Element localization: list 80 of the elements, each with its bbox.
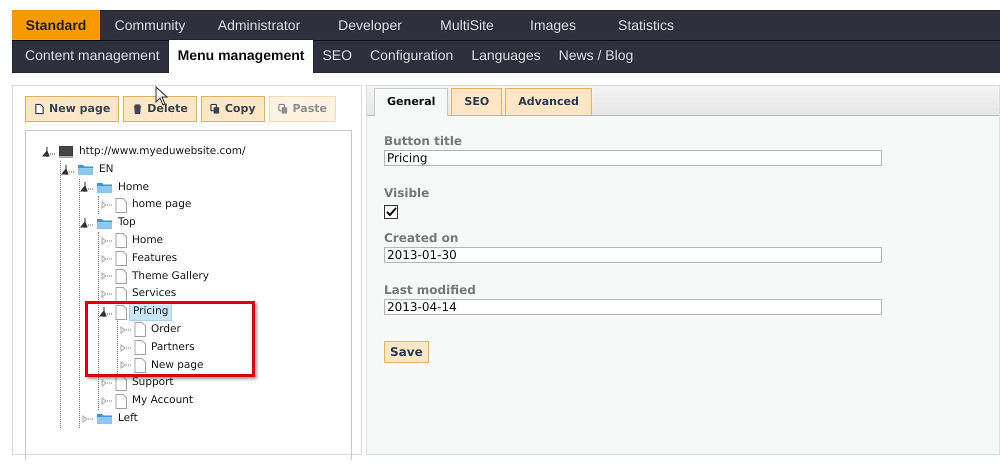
main-menu-tab[interactable]: Administrator bbox=[200, 10, 318, 40]
tree-item[interactable]: Home bbox=[115, 180, 152, 196]
page-icon bbox=[134, 322, 146, 338]
editor-tab[interactable]: General bbox=[374, 88, 448, 116]
text-field[interactable]: 2013-01-30 bbox=[384, 247, 882, 263]
field-label: Last modified bbox=[384, 282, 477, 299]
page-icon bbox=[134, 340, 146, 356]
editor-tab[interactable]: SEO bbox=[451, 88, 502, 115]
field-label: Created on bbox=[384, 230, 460, 247]
page-icon bbox=[34, 103, 45, 115]
page-icon bbox=[115, 233, 127, 248]
text-field[interactable]: Pricing bbox=[384, 150, 882, 166]
computer-icon bbox=[58, 144, 74, 159]
toolbar-button[interactable]: Copy bbox=[200, 96, 265, 122]
folder-icon bbox=[77, 163, 94, 176]
tree-item[interactable]: Features bbox=[129, 250, 180, 267]
toolbar-button[interactable]: New page bbox=[25, 96, 120, 122]
checkbox[interactable] bbox=[384, 205, 398, 219]
trash-icon bbox=[132, 103, 144, 115]
folder-icon bbox=[96, 216, 113, 230]
main-menu-tab[interactable]: Images bbox=[512, 10, 594, 40]
collapse-toggle[interactable] bbox=[80, 217, 94, 230]
page-icon bbox=[115, 376, 127, 391]
field-label: Visible bbox=[384, 185, 430, 202]
tree-item[interactable]: Support bbox=[129, 375, 177, 392]
collapse-toggle[interactable] bbox=[99, 306, 113, 318]
tree-item[interactable]: My Account bbox=[129, 393, 196, 409]
page-icon bbox=[115, 394, 127, 409]
expand-toggle[interactable] bbox=[80, 412, 94, 425]
expand-toggle[interactable] bbox=[99, 288, 113, 300]
expand-toggle[interactable] bbox=[118, 324, 132, 336]
expand-toggle[interactable] bbox=[99, 377, 113, 390]
expand-toggle[interactable] bbox=[118, 359, 132, 372]
tree-item[interactable]: Services bbox=[129, 286, 180, 302]
main-menu-tab[interactable]: Developer bbox=[318, 10, 422, 40]
expand-toggle[interactable] bbox=[99, 234, 113, 247]
main-menu-tab[interactable]: Statistics bbox=[594, 10, 698, 40]
collapse-toggle[interactable] bbox=[80, 181, 94, 194]
sub-menu-tab[interactable]: SEO bbox=[313, 40, 362, 73]
sub-menu-tab[interactable]: Content management bbox=[16, 40, 169, 73]
expand-toggle[interactable] bbox=[99, 395, 113, 408]
collapse-toggle[interactable] bbox=[61, 164, 75, 176]
main-menu-tab[interactable]: Community bbox=[100, 10, 200, 40]
field-label: Button title bbox=[384, 133, 463, 150]
copy-icon bbox=[210, 103, 221, 115]
page-icon bbox=[115, 198, 127, 213]
tree-item[interactable]: Left bbox=[115, 410, 141, 427]
tree-item[interactable]: Theme Gallery bbox=[129, 268, 212, 284]
save-button[interactable]: Save bbox=[384, 341, 429, 363]
sub-menu-tab[interactable]: Menu management bbox=[168, 40, 314, 73]
main-menu-tab[interactable]: Standard bbox=[12, 10, 100, 40]
sub-menu-tab[interactable]: News / Blog bbox=[550, 40, 642, 73]
page-icon bbox=[115, 286, 127, 302]
copy-icon bbox=[278, 103, 289, 115]
sub-menu-tab[interactable]: Languages bbox=[462, 40, 550, 73]
page-icon bbox=[115, 251, 127, 266]
expand-toggle[interactable] bbox=[99, 199, 113, 212]
main-menu-tab[interactable]: MultiSite bbox=[422, 10, 512, 40]
expand-toggle[interactable] bbox=[99, 270, 113, 282]
page-icon bbox=[115, 304, 127, 320]
tree-item[interactable]: home page bbox=[129, 197, 194, 214]
page-icon bbox=[115, 268, 127, 284]
sub-menu-tab[interactable]: Configuration bbox=[361, 40, 462, 73]
tree-item[interactable]: Pricing bbox=[129, 303, 172, 321]
tree-item[interactable]: Home bbox=[129, 233, 166, 249]
text-field[interactable]: 2013-04-14 bbox=[384, 299, 882, 315]
collapse-toggle[interactable] bbox=[42, 146, 56, 158]
toolbar-button[interactable]: Delete bbox=[123, 96, 197, 122]
tree-item[interactable]: Partners bbox=[148, 340, 198, 356]
tree-item[interactable]: Top bbox=[115, 215, 139, 231]
folder-icon bbox=[96, 180, 113, 194]
tree-item[interactable]: New page bbox=[148, 358, 206, 374]
tree-item[interactable]: Order bbox=[148, 322, 184, 338]
expand-toggle[interactable] bbox=[99, 252, 113, 265]
editor-tab[interactable]: Advanced bbox=[505, 88, 592, 115]
tree-item[interactable]: http://www.myeduwebsite.com/ bbox=[76, 144, 249, 160]
expand-toggle[interactable] bbox=[118, 342, 132, 354]
tree-item[interactable]: EN bbox=[96, 162, 116, 178]
page-icon bbox=[134, 358, 146, 373]
folder-icon bbox=[96, 412, 113, 426]
